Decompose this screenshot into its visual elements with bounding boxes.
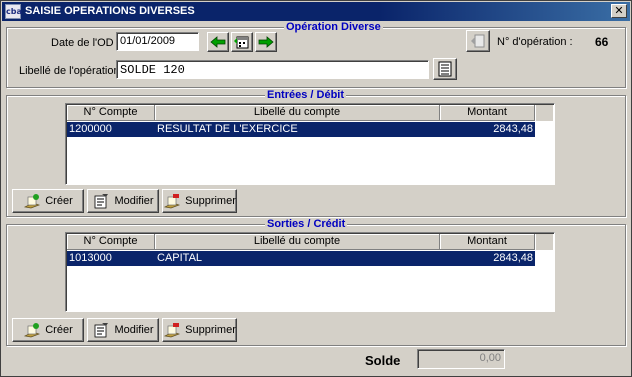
sorties-create-button[interactable]: Créer — [12, 318, 84, 342]
cell-montant: 2843,48 — [493, 123, 533, 135]
sorties-delete-button[interactable]: Supprimer — [162, 318, 237, 342]
column-header-compte[interactable]: N° Compte — [67, 234, 155, 250]
column-header-montant[interactable]: Montant — [440, 234, 535, 250]
new-operation-button[interactable] — [466, 30, 490, 52]
arrow-left-icon — [210, 36, 226, 48]
column-header-libelle[interactable]: Libellé du compte — [155, 234, 440, 250]
entrees-group-title: Entrées / Débit — [265, 89, 347, 101]
table-row[interactable]: 1013000 CAPITAL 2843,48 — [67, 251, 535, 266]
calendar-button[interactable] — [231, 32, 253, 52]
sorties-edit-button[interactable]: Modifier — [87, 318, 159, 342]
sorties-table[interactable]: N° Compte Libellé du compte Montant 1013… — [65, 232, 555, 312]
sorties-create-label: Créer — [45, 324, 73, 336]
column-header-montant[interactable]: Montant — [440, 105, 535, 121]
create-icon — [24, 323, 41, 338]
entrees-create-label: Créer — [45, 195, 73, 207]
libelle-list-button[interactable] — [433, 58, 457, 80]
calendar-icon — [234, 36, 249, 49]
entrees-create-button[interactable]: Créer — [12, 189, 84, 213]
sorties-edit-label: Modifier — [114, 324, 154, 336]
cell-libelle: RESULTAT DE L'EXERCICE — [157, 123, 298, 135]
app-icon: cba — [5, 4, 22, 19]
entrees-delete-button[interactable]: Supprimer — [162, 189, 237, 213]
cell-compte: 1200000 — [69, 123, 112, 135]
create-icon — [24, 194, 41, 209]
edit-icon — [95, 323, 109, 338]
libelle-label: Libellé de l'opération — [19, 65, 120, 77]
cell-montant: 2843,48 — [493, 252, 533, 264]
cell-compte: 1013000 — [69, 252, 112, 264]
close-button[interactable]: ✕ — [611, 4, 627, 18]
next-button[interactable] — [255, 32, 277, 52]
sorties-delete-label: Supprimer — [185, 324, 236, 336]
new-document-icon — [471, 34, 485, 48]
close-icon: ✕ — [614, 4, 624, 17]
delete-icon — [164, 194, 181, 209]
operation-group-title: Opération Diverse — [284, 21, 383, 33]
title-bar[interactable]: cba SAISIE OPERATIONS DIVERSES ✕ — [2, 2, 630, 21]
delete-icon — [164, 323, 181, 338]
entrees-edit-label: Modifier — [114, 195, 154, 207]
sorties-group-title: Sorties / Crédit — [265, 218, 348, 230]
solde-label: Solde — [365, 353, 401, 368]
window-title: SAISIE OPERATIONS DIVERSES — [25, 5, 195, 17]
entrees-delete-label: Supprimer — [185, 195, 236, 207]
entrees-edit-button[interactable]: Modifier — [87, 189, 159, 213]
table-row[interactable]: 1200000 RESULTAT DE L'EXERCICE 2843,48 — [67, 122, 535, 137]
list-icon — [438, 61, 452, 77]
table-header-filler — [536, 234, 553, 250]
date-field[interactable]: 01/01/2009 — [116, 32, 199, 51]
date-label: Date de l'OD — [51, 37, 114, 49]
entrees-table-header: N° Compte Libellé du compte Montant — [67, 105, 535, 121]
arrow-right-icon — [258, 36, 274, 48]
window: cba SAISIE OPERATIONS DIVERSES ✕ Opérati… — [0, 0, 632, 377]
edit-icon — [95, 194, 109, 209]
libelle-field[interactable]: SOLDE 120 — [116, 60, 429, 79]
previous-button[interactable] — [207, 32, 229, 52]
table-header-filler — [536, 105, 553, 121]
entrees-table[interactable]: N° Compte Libellé du compte Montant 1200… — [65, 103, 555, 185]
operation-number-label: N° d'opération : — [497, 36, 573, 48]
sorties-table-header: N° Compte Libellé du compte Montant — [67, 234, 535, 250]
solde-field: 0,00 — [417, 349, 505, 369]
column-header-libelle[interactable]: Libellé du compte — [155, 105, 440, 121]
operation-number-value: 66 — [595, 35, 609, 49]
column-header-compte[interactable]: N° Compte — [67, 105, 155, 121]
cell-libelle: CAPITAL — [157, 252, 203, 264]
